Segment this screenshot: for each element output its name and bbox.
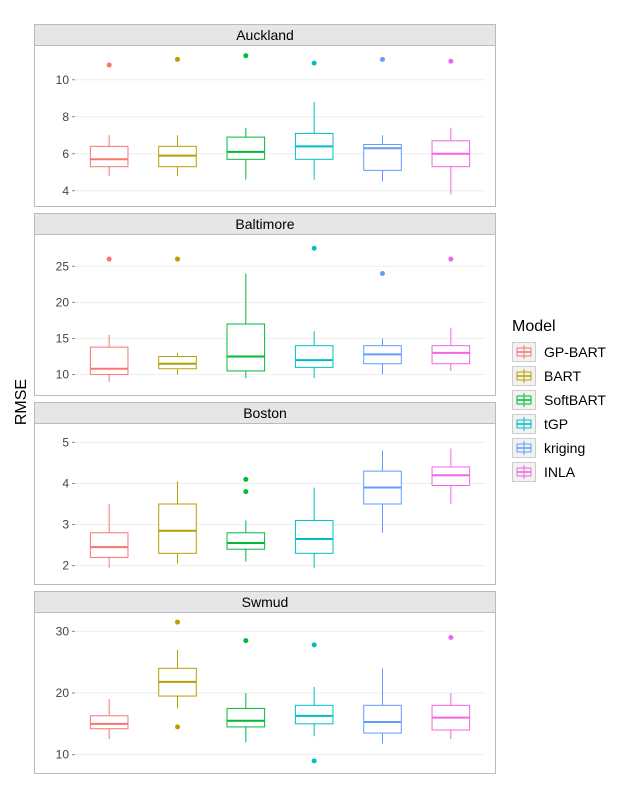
box-GP-BART bbox=[90, 504, 128, 568]
legend-title: Model bbox=[512, 318, 606, 336]
y-tick-label: 25 bbox=[56, 259, 70, 273]
outlier-point bbox=[107, 62, 112, 67]
plot-area: 4 6 8 10 bbox=[35, 46, 495, 206]
legend-swatch bbox=[512, 342, 536, 362]
box-tGP bbox=[295, 61, 333, 180]
outlier-point bbox=[107, 257, 112, 262]
box-SoftBART bbox=[227, 638, 265, 742]
outlier-point bbox=[175, 257, 180, 262]
box-GP-BART bbox=[90, 699, 128, 739]
box-kriging bbox=[364, 57, 402, 182]
legend-item: BART bbox=[512, 366, 606, 386]
box-kriging bbox=[364, 668, 402, 743]
box-kriging bbox=[364, 271, 402, 375]
legend-swatch bbox=[512, 414, 536, 434]
outlier-point bbox=[312, 61, 317, 66]
box-SoftBART bbox=[227, 273, 265, 378]
box-INLA bbox=[432, 635, 470, 739]
y-tick-label: 4 bbox=[62, 184, 69, 198]
y-axis-label-container: RMSE bbox=[10, 10, 34, 794]
y-tick-label: 20 bbox=[56, 295, 70, 309]
box-tGP bbox=[295, 642, 333, 763]
y-tick-label: 10 bbox=[56, 748, 70, 762]
outlier-point bbox=[175, 724, 180, 729]
y-tick-label: 4 bbox=[62, 476, 69, 490]
box-INLA bbox=[432, 59, 470, 195]
plot-area: 10 15 20 25 bbox=[35, 235, 495, 395]
legend-item: SoftBART bbox=[512, 390, 606, 410]
box-SoftBART bbox=[227, 477, 265, 562]
outlier-point bbox=[243, 53, 248, 58]
legend-swatch bbox=[512, 462, 536, 482]
legend-label: kriging bbox=[544, 440, 585, 456]
legend: Model GP-BART BART SoftBART bbox=[512, 318, 606, 486]
outlier-point bbox=[243, 638, 248, 643]
box-GP-BART bbox=[90, 257, 128, 382]
outlier-point bbox=[380, 57, 385, 62]
legend-label: GP-BART bbox=[544, 344, 606, 360]
outlier-point bbox=[243, 477, 248, 482]
outlier-point bbox=[312, 758, 317, 763]
box-kriging bbox=[364, 451, 402, 533]
outlier-point bbox=[312, 642, 317, 647]
y-tick-label: 6 bbox=[62, 147, 69, 161]
y-tick-label: 30 bbox=[56, 624, 70, 638]
y-tick-label: 20 bbox=[56, 686, 70, 700]
box-BART bbox=[159, 620, 197, 730]
legend-item: INLA bbox=[512, 462, 606, 482]
panels: Auckland 4 6 8 10 Baltimore 10 15 20 25 Boston 2 3 4 5… bbox=[34, 24, 496, 780]
outlier-point bbox=[448, 257, 453, 262]
box-INLA bbox=[432, 257, 470, 371]
y-tick-label: 5 bbox=[62, 435, 69, 449]
facet-panel: Baltimore 10 15 20 25 bbox=[34, 213, 496, 396]
box-tGP bbox=[295, 488, 333, 568]
y-tick-label: 8 bbox=[62, 110, 69, 124]
y-axis-label: RMSE bbox=[13, 379, 31, 425]
outlier-point bbox=[448, 635, 453, 640]
outlier-point bbox=[243, 489, 248, 494]
outlier-point bbox=[175, 620, 180, 625]
facet-panel: Swmud 10 20 30 bbox=[34, 591, 496, 774]
facet-panel: Boston 2 3 4 5 bbox=[34, 402, 496, 585]
legend-swatch bbox=[512, 366, 536, 386]
figure: RMSE Auckland46810Baltimore10152025Bosto… bbox=[10, 10, 630, 794]
facet-strip: Boston bbox=[35, 403, 495, 424]
legend-label: INLA bbox=[544, 464, 575, 480]
legend-label: tGP bbox=[544, 416, 568, 432]
y-tick-label: 10 bbox=[56, 73, 70, 87]
facet-strip: Auckland bbox=[35, 25, 495, 46]
y-tick-label: 2 bbox=[62, 559, 69, 573]
box-BART bbox=[159, 481, 197, 563]
legend-item: tGP bbox=[512, 414, 606, 434]
y-tick-label: 15 bbox=[56, 331, 70, 345]
plot-area: 2 3 4 5 bbox=[35, 424, 495, 584]
outlier-point bbox=[448, 59, 453, 64]
legend-label: BART bbox=[544, 368, 581, 384]
outlier-point bbox=[312, 246, 317, 251]
outlier-point bbox=[175, 57, 180, 62]
legend-item: GP-BART bbox=[512, 342, 606, 362]
outlier-point bbox=[380, 271, 385, 276]
legend-swatch bbox=[512, 438, 536, 458]
facet-strip: Baltimore bbox=[35, 214, 495, 235]
box-tGP bbox=[295, 246, 333, 378]
box-INLA bbox=[432, 449, 470, 505]
legend-item: kriging bbox=[512, 438, 606, 458]
facet-panel: Auckland 4 6 8 10 bbox=[34, 24, 496, 207]
facet-strip: Swmud bbox=[35, 592, 495, 613]
legend-swatch bbox=[512, 390, 536, 410]
y-tick-label: 3 bbox=[62, 518, 69, 532]
y-tick-label: 10 bbox=[56, 368, 70, 382]
plot-area: 10 20 30 bbox=[35, 613, 495, 773]
box-BART bbox=[159, 257, 197, 375]
legend-label: SoftBART bbox=[544, 392, 606, 408]
